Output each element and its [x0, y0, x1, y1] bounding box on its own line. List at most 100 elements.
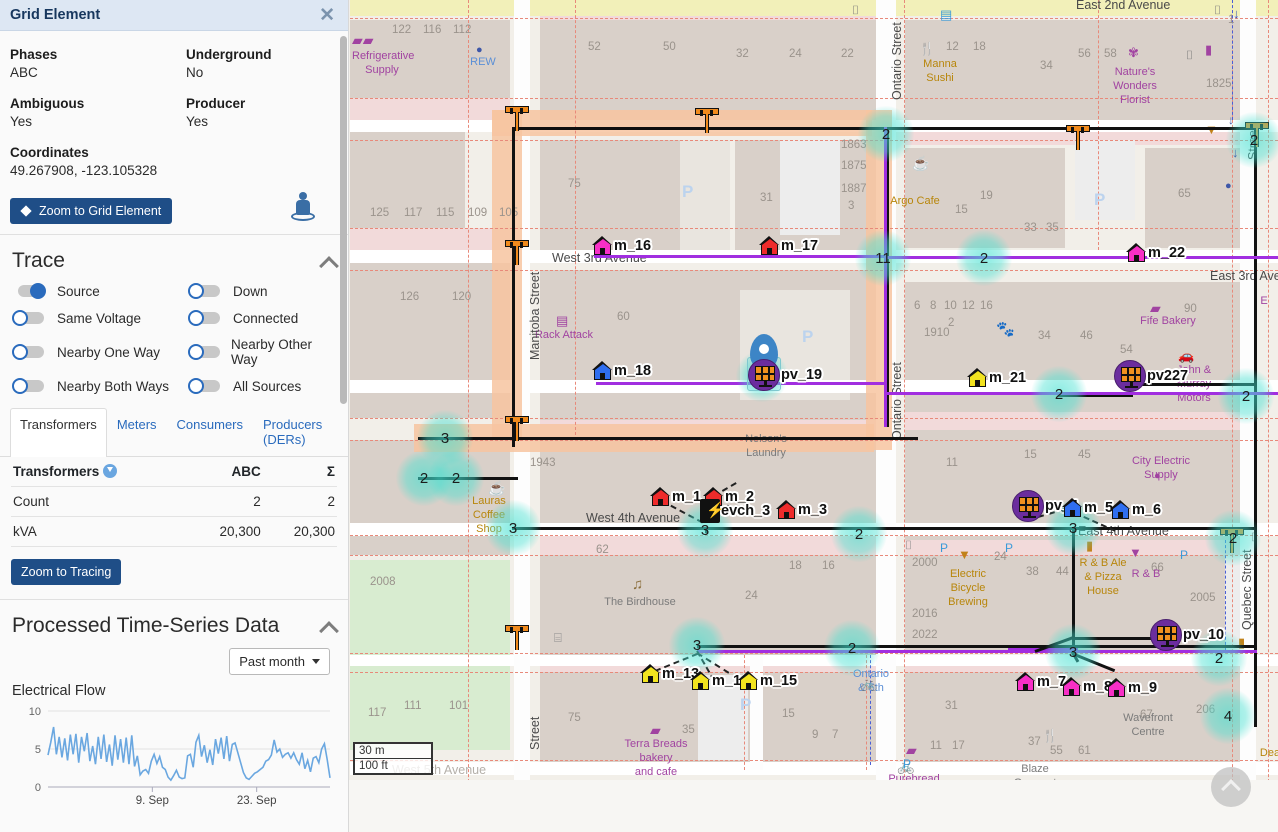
cluster-node[interactable]: 2: [824, 620, 880, 676]
transformer-tower-icon[interactable]: [505, 416, 529, 442]
table-row: kVA 20,300 20,300: [11, 516, 337, 547]
meter-house-icon: [1015, 672, 1036, 691]
scale-metric: 30 m: [353, 742, 433, 759]
poi-natures-wonders-florist: Nature's Wonders Florist: [1113, 66, 1157, 106]
cluster-node[interactable]: 2: [1226, 112, 1278, 168]
map-marker-m_8[interactable]: m_8: [1061, 677, 1112, 696]
meter-house-icon: [738, 671, 759, 690]
toggle-switch[interactable]: [12, 378, 48, 394]
map-marker-m_22[interactable]: m_22: [1126, 243, 1185, 262]
cluster-node[interactable]: 2: [1205, 510, 1261, 566]
chevron-up-icon[interactable]: [320, 253, 336, 269]
toggle-switch[interactable]: [188, 344, 222, 360]
marker-icon: ⌷: [1186, 48, 1194, 62]
map-canvas[interactable]: 122 116 112 52 50 32 24 22 12 18 56 58 3…: [349, 0, 1278, 832]
transformer-tower-icon[interactable]: [505, 240, 529, 266]
map-marker-pv_19[interactable]: pv_19: [748, 359, 822, 391]
cluster-node[interactable]: 2: [858, 106, 914, 162]
toggle-switch[interactable]: [12, 310, 48, 326]
toggle-down[interactable]: Down: [188, 283, 336, 299]
bakery-icon: ▰: [650, 722, 661, 738]
meter-house-icon: [640, 664, 661, 683]
download-icon[interactable]: [103, 463, 118, 478]
toggle-all-sources[interactable]: All Sources: [188, 378, 336, 394]
cluster-node[interactable]: 2: [1031, 366, 1087, 422]
street-view-pegman-icon[interactable]: [290, 190, 316, 224]
toggle-label: Down: [233, 283, 268, 299]
parking-icon: P: [740, 695, 752, 714]
cluster-node[interactable]: 2: [428, 450, 484, 506]
chart-svg: 0 5 10 9. Sep 23. Sep: [29, 706, 331, 807]
svg-text:23. Sep: 23. Sep: [237, 795, 277, 807]
map-marker-m_6[interactable]: m_6: [1110, 500, 1161, 519]
toggle-nearby-one-way[interactable]: Nearby One Way: [12, 337, 188, 367]
map-marker-m_3[interactable]: m_3: [776, 500, 827, 519]
electrical-flow-chart[interactable]: 0 5 10 9. Sep 23. Sep: [0, 701, 348, 814]
toggle-switch[interactable]: [188, 310, 224, 326]
map-marker-m_16[interactable]: m_16: [592, 236, 651, 255]
map-marker-pv227[interactable]: pv227: [1114, 360, 1188, 392]
cluster-node[interactable]: 11: [855, 230, 911, 286]
transformers-stats-table: Transformers ABC Σ Count 2 2 kVA 20,300 …: [11, 456, 337, 547]
grid-element-panel: Grid Element ✕ Phases Underground ABC No…: [0, 0, 349, 832]
phases-label: Phases: [10, 47, 58, 62]
transformer-tower-icon[interactable]: [505, 106, 529, 132]
zoom-to-grid-element-button[interactable]: Zoom to Grid Element: [10, 198, 173, 224]
map-marker-m_17[interactable]: m_17: [759, 236, 818, 255]
tab-transformers[interactable]: Transformers: [10, 408, 107, 457]
underground-value: No: [186, 65, 204, 80]
trace-tabs: Transformers Meters Consumers Producers …: [0, 408, 348, 457]
map-marker-m_9[interactable]: m_9: [1106, 678, 1157, 697]
crosshair-icon: [21, 206, 32, 217]
poi-e: E: [1260, 295, 1268, 307]
transformer-tower-icon[interactable]: [505, 625, 529, 651]
time-range-select[interactable]: Past month: [229, 647, 330, 675]
panel-scrollbar[interactable]: [340, 36, 347, 404]
meter-house-icon: [592, 236, 613, 255]
chevron-up-icon[interactable]: [320, 618, 336, 634]
map-marker-m_7[interactable]: m_7: [1015, 672, 1066, 691]
cluster-node[interactable]: 4: [1200, 688, 1256, 744]
cluster-node[interactable]: 3: [485, 500, 541, 556]
coordinates-label: Coordinates: [10, 145, 89, 160]
tab-meters[interactable]: Meters: [107, 408, 167, 456]
close-icon[interactable]: ✕: [316, 6, 338, 25]
solar-producer-icon: [1150, 619, 1182, 651]
toggle-switch[interactable]: [188, 378, 224, 394]
transformer-tower-icon[interactable]: [695, 108, 719, 134]
tab-producers-ders[interactable]: Producers (DERs): [253, 408, 325, 456]
street-label-ontario: Ontario Street: [890, 22, 904, 100]
poi-rb: R & B: [1131, 568, 1161, 580]
map-marker-m_5[interactable]: m_5: [1062, 498, 1113, 517]
meter-house-icon: [1110, 500, 1131, 519]
col-header-sum: Σ: [262, 456, 337, 487]
cluster-node[interactable]: 2: [956, 230, 1012, 286]
poi-rack-attack: Rack Attack: [534, 329, 594, 341]
cluster-node[interactable]: 2: [831, 506, 887, 562]
poi-rb-ale-pizza-house: R & B Ale & Pizza House: [1079, 557, 1127, 597]
toggle-same-voltage[interactable]: Same Voltage: [12, 310, 188, 326]
toggle-connected[interactable]: Connected: [188, 310, 336, 326]
toggle-switch[interactable]: [12, 283, 48, 299]
tab-consumers[interactable]: Consumers: [167, 408, 253, 456]
toggle-source[interactable]: Source: [12, 283, 188, 299]
zoom-to-tracing-button[interactable]: Zoom to Tracing: [11, 558, 122, 585]
scroll-to-top-button[interactable]: [1211, 767, 1251, 807]
row-label: kVA: [11, 516, 189, 547]
map-marker-evch_3[interactable]: ⚡ evch_3: [700, 499, 770, 523]
toggle-switch[interactable]: [12, 344, 48, 360]
coordinates-value: 49.267908, -123.105328: [10, 163, 158, 178]
transformer-tower-icon[interactable]: [1066, 125, 1090, 151]
trace-toggles: Source Down Same Voltage Connected Nearb…: [0, 283, 348, 402]
toggle-nearby-both-ways[interactable]: Nearby Both Ways: [12, 378, 188, 394]
map-marker-m_15[interactable]: m_15: [738, 671, 797, 690]
cluster-node[interactable]: 2: [1218, 368, 1274, 424]
toggle-nearby-other-way[interactable]: Nearby Other Way: [188, 337, 336, 367]
street-label-west-4th: West 4th Avenue: [586, 511, 681, 525]
toggle-switch[interactable]: [188, 283, 224, 299]
poi-wavefront-centre: Wavefront Centre: [1123, 712, 1173, 738]
map-marker-m_1[interactable]: m_1: [650, 487, 701, 506]
map-marker-m_18[interactable]: m_18: [592, 361, 651, 380]
map-marker-m_21[interactable]: m_21: [967, 368, 1026, 387]
map-marker-pv_10[interactable]: pv_10: [1150, 619, 1224, 651]
